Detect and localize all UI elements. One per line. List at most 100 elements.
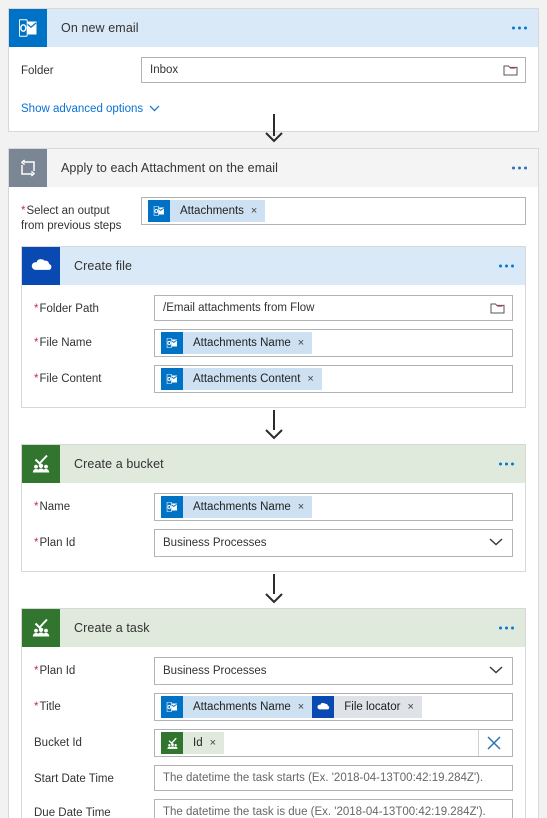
- create-task-header[interactable]: Create a task: [22, 609, 525, 647]
- connector-2: [9, 408, 538, 444]
- token-content: Attachments Name ×: [183, 696, 313, 718]
- token-remove-icon[interactable]: ×: [298, 701, 304, 713]
- token-content: Id ×: [183, 732, 225, 754]
- outlook-icon: [161, 332, 183, 354]
- outlook-icon: [161, 496, 183, 518]
- required-asterisk: *: [34, 501, 39, 513]
- due-date-time-placeholder: The datetime the task is due (Ex. '2018-…: [163, 806, 486, 818]
- field-row-file-content: *File Content Attachments Content ×: [34, 365, 513, 393]
- loop-title: Apply to each Attachment on the email: [61, 161, 279, 175]
- create-file-title: Create file: [74, 259, 133, 273]
- bucket-id-label: Bucket Id: [34, 737, 82, 749]
- folder-picker-icon[interactable]: [503, 64, 518, 77]
- create-file-header[interactable]: Create file: [22, 247, 525, 285]
- task-title-label-text: Title: [39, 701, 61, 713]
- folder-label: Folder: [21, 65, 54, 77]
- token-remove-icon[interactable]: ×: [251, 205, 257, 217]
- token-attachments-name[interactable]: Attachments Name ×: [161, 496, 313, 518]
- bucket-name-label-text: Name: [39, 501, 71, 513]
- field-row-task-plan-id: *Plan Id Business Processes: [34, 657, 513, 685]
- folder-input[interactable]: Inbox: [141, 57, 526, 83]
- outlook-icon: [9, 9, 47, 47]
- token-attachments-name[interactable]: Attachments Name ×: [161, 696, 313, 718]
- token-attachments-name[interactable]: Attachments Name ×: [161, 332, 313, 354]
- token-remove-icon[interactable]: ×: [210, 737, 216, 749]
- chevron-down-icon: [149, 103, 160, 115]
- token-remove-icon[interactable]: ×: [307, 373, 313, 385]
- required-asterisk: *: [21, 205, 26, 217]
- chevron-down-icon[interactable]: [489, 537, 503, 549]
- token-label: Attachments Name: [193, 337, 291, 349]
- bucket-plan-id-dropdown[interactable]: Business Processes: [154, 529, 513, 557]
- action-card-create-file[interactable]: Create file *Folder Path /Email attachme…: [21, 246, 526, 408]
- start-date-time-input[interactable]: The datetime the task starts (Ex. '2018-…: [154, 765, 513, 791]
- outlook-icon: [148, 200, 170, 222]
- select-output-input[interactable]: Attachments ×: [141, 197, 526, 225]
- bucket-name-label: *Name: [34, 493, 154, 515]
- bucket-id-input[interactable]: Id ×: [154, 729, 513, 757]
- action-card-create-a-task[interactable]: Create a task *Plan Id Business Processe…: [21, 608, 526, 818]
- bucket-name-input[interactable]: Attachments Name ×: [154, 493, 513, 521]
- token-label: Attachments Name: [193, 501, 291, 513]
- loop-more-menu-icon[interactable]: [512, 166, 527, 170]
- field-row-bucket-plan-id: *Plan Id Business Processes: [34, 529, 513, 557]
- token-content: Attachments Content ×: [183, 368, 322, 390]
- trigger-more-menu-icon[interactable]: [512, 26, 527, 30]
- task-title-input[interactable]: Attachments Name × File locator ×: [154, 693, 513, 721]
- trigger-card-header[interactable]: On new email: [9, 9, 538, 47]
- onedrive-icon: [312, 696, 335, 718]
- field-row-due-date-time: Due Date Time The datetime the task is d…: [34, 799, 513, 818]
- file-name-input[interactable]: Attachments Name ×: [154, 329, 513, 357]
- token-file-locator[interactable]: File locator ×: [312, 696, 422, 718]
- planner-icon: [22, 609, 60, 647]
- due-date-time-label: Due Date Time: [34, 807, 111, 818]
- file-content-input[interactable]: Attachments Content ×: [154, 365, 513, 393]
- create-bucket-more-menu-icon[interactable]: [499, 462, 514, 466]
- chevron-down-icon[interactable]: [489, 665, 503, 677]
- file-content-label: *File Content: [34, 365, 154, 387]
- create-task-body: *Plan Id Business Processes *Title Attac…: [22, 647, 525, 818]
- field-row-task-title: *Title Attachments Name × File locator ×: [34, 693, 513, 721]
- loop-card-apply-to-each[interactable]: Apply to each Attachment on the email *S…: [8, 148, 539, 818]
- token-label: Attachments: [180, 205, 244, 217]
- token-label: Attachments Content: [193, 373, 301, 385]
- show-advanced-options-label: Show advanced options: [21, 103, 144, 115]
- token-content: Attachments Name ×: [183, 496, 313, 518]
- outlook-icon: [161, 696, 183, 718]
- folder-picker-icon[interactable]: [490, 302, 505, 315]
- select-output-label-line2: from previous steps: [21, 220, 122, 232]
- token-content: Attachments Name ×: [183, 332, 313, 354]
- loop-card-header[interactable]: Apply to each Attachment on the email: [9, 149, 538, 187]
- create-bucket-header[interactable]: Create a bucket: [22, 445, 525, 483]
- bucket-plan-id-label-text: Plan Id: [39, 537, 76, 549]
- token-id[interactable]: Id ×: [161, 732, 225, 754]
- show-advanced-options-link[interactable]: Show advanced options: [21, 103, 160, 115]
- required-asterisk: *: [34, 665, 39, 677]
- bucket-id-clear-button[interactable]: [478, 730, 508, 756]
- token-attachments-content[interactable]: Attachments Content ×: [161, 368, 322, 390]
- task-plan-id-dropdown[interactable]: Business Processes: [154, 657, 513, 685]
- field-row-bucket-id: Bucket Id Id ×: [34, 729, 513, 757]
- start-date-time-placeholder: The datetime the task starts (Ex. '2018-…: [163, 772, 484, 784]
- flow-designer-canvas: On new email Folder Inbox Show advanced: [0, 0, 547, 818]
- connector-arrow-3: [264, 591, 284, 609]
- token-remove-icon[interactable]: ×: [407, 701, 413, 713]
- task-plan-id-value: Business Processes: [163, 665, 267, 677]
- action-card-create-a-bucket[interactable]: Create a bucket *Name Attachments Name ×…: [21, 444, 526, 572]
- create-task-more-menu-icon[interactable]: [499, 626, 514, 630]
- create-file-more-menu-icon[interactable]: [499, 264, 514, 268]
- create-bucket-title: Create a bucket: [74, 457, 164, 471]
- due-date-time-input[interactable]: The datetime the task is due (Ex. '2018-…: [154, 799, 513, 818]
- outlook-icon: [161, 368, 183, 390]
- start-date-time-label: Start Date Time: [34, 773, 114, 785]
- token-content: File locator ×: [334, 696, 422, 718]
- file-content-label-text: File Content: [39, 373, 102, 385]
- token-attachments[interactable]: Attachments ×: [148, 200, 266, 222]
- token-label: Id: [193, 737, 203, 749]
- required-asterisk: *: [34, 303, 39, 315]
- task-plan-id-label-text: Plan Id: [39, 665, 76, 677]
- folder-path-input[interactable]: /Email attachments from Flow: [154, 295, 513, 321]
- field-row-select-output: *Select an output from previous steps At…: [21, 197, 526, 234]
- token-remove-icon[interactable]: ×: [298, 337, 304, 349]
- token-remove-icon[interactable]: ×: [298, 501, 304, 513]
